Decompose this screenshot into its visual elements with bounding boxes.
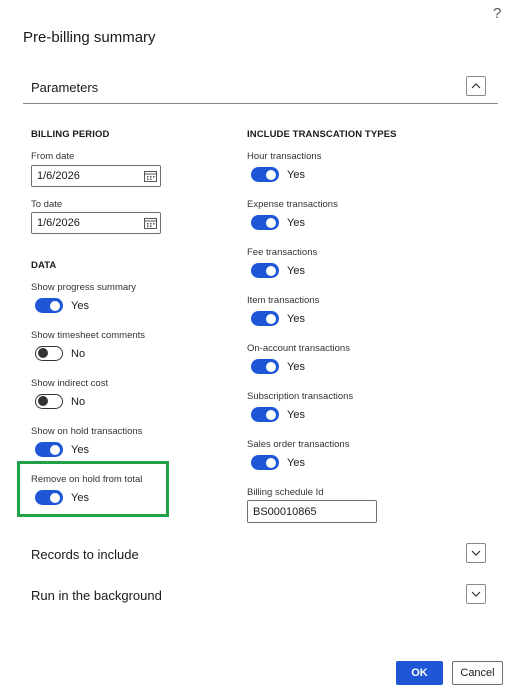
toggle-label-item-transactions: Item transactions [247, 295, 320, 306]
toggle-state-text: Yes [287, 409, 305, 421]
toggle-label-show-indirect-cost: Show indirect cost [31, 378, 109, 389]
toggle-label-subscription-transactions: Subscription transactions [247, 391, 354, 402]
from-date-value[interactable]: 1/6/2026 [37, 170, 80, 182]
toggle-label-fee-transactions: Fee transactions [247, 247, 318, 258]
toggle-state-text: Yes [287, 217, 305, 229]
chevron-down-icon [471, 550, 481, 556]
billing-schedule-value[interactable]: BS00010865 [253, 506, 317, 518]
toggle-state-text: Yes [71, 444, 89, 456]
toggle-state-text: Yes [287, 169, 305, 181]
toggle-state-text: Yes [71, 300, 89, 312]
records-section-title[interactable]: Records to include [31, 547, 139, 562]
from-date-field[interactable]: 1/6/2026 [31, 165, 161, 187]
toggle-state-text: Yes [287, 313, 305, 325]
background-section-title[interactable]: Run in the background [31, 588, 162, 603]
show-progress-summary-toggle[interactable] [35, 298, 63, 313]
to-date-field[interactable]: 1/6/2026 [31, 212, 161, 234]
to-date-value[interactable]: 1/6/2026 [37, 217, 80, 229]
toggle-state-text: No [71, 348, 86, 360]
transaction-types-header: INCLUDE TRANSCATION TYPES [247, 129, 397, 140]
chevron-up-icon [471, 83, 481, 89]
parameters-section-title[interactable]: Parameters [31, 80, 98, 95]
show-indirect-cost-toggle[interactable] [35, 394, 63, 409]
toggle-label-hour-transactions: Hour transactions [247, 151, 322, 162]
billing-period-header: BILLING PERIOD [31, 129, 110, 140]
cancel-button[interactable]: Cancel [452, 661, 503, 685]
toggle-label-show-on-hold-transactions: Show on hold transactions [31, 426, 143, 437]
toggle-state-text: Yes [287, 361, 305, 373]
show-timesheet-comments-toggle[interactable] [35, 346, 63, 361]
dialog-title: Pre-billing summary [23, 29, 156, 46]
show-on-hold-transactions-toggle[interactable] [35, 442, 63, 457]
section-divider [23, 103, 498, 104]
toggle-state-text: Yes [287, 265, 305, 277]
parameters-collapse-button[interactable] [466, 76, 486, 96]
to-date-label: To date [31, 199, 63, 210]
billing-schedule-label: Billing schedule Id [247, 487, 324, 498]
background-expand-button[interactable] [466, 584, 486, 604]
records-expand-button[interactable] [466, 543, 486, 563]
fee-transactions-toggle[interactable] [251, 263, 279, 278]
toggle-label-on-account-transactions: On-account transactions [247, 343, 350, 354]
toggle-state-text: No [71, 396, 86, 408]
toggle-label-sales-order-transactions: Sales order transactions [247, 439, 350, 450]
data-header: DATA [31, 260, 57, 271]
toggle-label-show-timesheet-comments: Show timesheet comments [31, 330, 146, 341]
calendar-icon[interactable] [144, 170, 157, 182]
toggle-state-text: Yes [287, 457, 305, 469]
expense-transactions-toggle[interactable] [251, 215, 279, 230]
chevron-down-icon [471, 591, 481, 597]
sales-order-transactions-toggle[interactable] [251, 455, 279, 470]
calendar-icon[interactable] [144, 217, 157, 229]
toggle-label-expense-transactions: Expense transactions [247, 199, 338, 210]
hour-transactions-toggle[interactable] [251, 167, 279, 182]
item-transactions-toggle[interactable] [251, 311, 279, 326]
highlight-box [17, 461, 169, 517]
billing-schedule-field[interactable]: BS00010865 [247, 500, 377, 523]
from-date-label: From date [31, 151, 75, 162]
toggle-label-show-progress-summary: Show progress summary [31, 282, 137, 293]
help-icon[interactable]: ? [493, 5, 501, 22]
on-account-transactions-toggle[interactable] [251, 359, 279, 374]
subscription-transactions-toggle[interactable] [251, 407, 279, 422]
ok-button[interactable]: OK [396, 661, 443, 685]
